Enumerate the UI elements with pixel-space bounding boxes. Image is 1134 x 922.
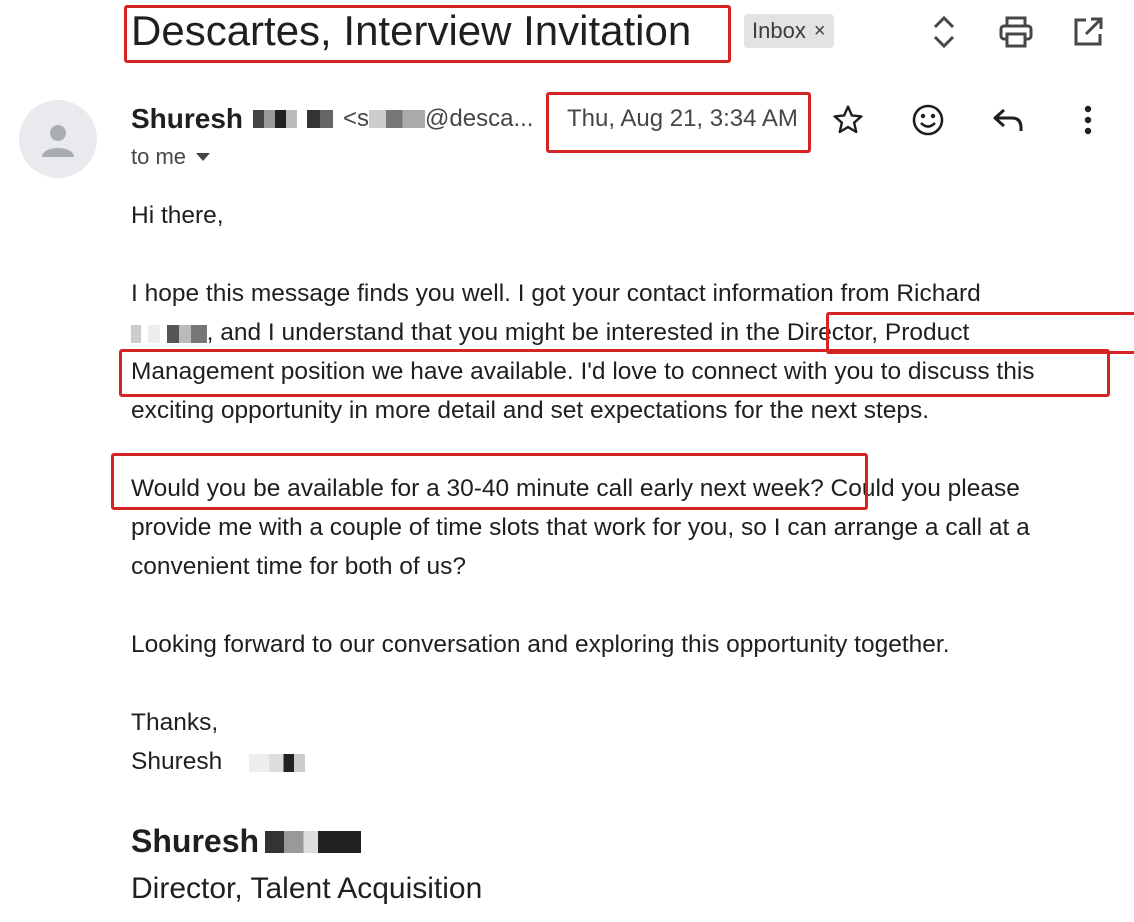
inbox-label-text: Inbox: [752, 18, 806, 43]
reply-icon[interactable]: [988, 100, 1028, 140]
email-body: Hi there, I hope this message finds you …: [131, 196, 1131, 781]
redacted-name-1: [131, 324, 141, 343]
redacted-sender-email: [369, 110, 426, 128]
redacted-closing-2: [269, 753, 306, 772]
paragraph-1: I hope this message finds you well. I go…: [131, 274, 1131, 430]
email-date: Thu, Aug 21, 3:34 AM: [567, 105, 798, 132]
para1-text-2: , and I understand that you might be int…: [206, 319, 787, 346]
recipient-details-toggle[interactable]: to me: [131, 144, 211, 170]
sender-email-start: <s: [343, 105, 370, 132]
para1-text-4: Management position we have available. I…: [131, 358, 1035, 385]
person-icon: [42, 125, 74, 157]
sender-avatar[interactable]: [19, 100, 97, 178]
inbox-label-chip[interactable]: Inbox ×: [744, 14, 834, 48]
greeting: Hi there,: [131, 202, 224, 229]
caret-down-icon: [196, 153, 211, 161]
para1-text-3: Director, Product: [786, 319, 970, 346]
redacted-signature: [265, 830, 362, 853]
para1-text-5: exciting opportunity in more detail and …: [131, 397, 930, 424]
unfold-icon[interactable]: [924, 12, 964, 52]
paragraph-3: Looking forward to our conversation and …: [131, 631, 950, 658]
closing: Thanks,: [131, 709, 219, 736]
signature-name-line: Shuresh: [131, 823, 362, 860]
redacted-name-3: [166, 324, 207, 343]
email-subject: Descartes, Interview Invitation: [131, 7, 692, 54]
emoji-icon[interactable]: [908, 100, 948, 140]
sender-email-domain: @desca...: [425, 105, 534, 132]
para1-text-1: I hope this message finds you well. I go…: [131, 280, 981, 307]
star-icon[interactable]: [828, 100, 868, 140]
sender-line: Shuresh <s @desca...: [131, 101, 533, 137]
open-in-new-icon[interactable]: [1068, 12, 1108, 52]
signature-name: Shuresh: [131, 823, 260, 859]
redacted-sender-lastname-2: [307, 110, 334, 128]
closing-name-line: Shuresh: [131, 742, 1131, 781]
redacted-name-2: [147, 324, 160, 343]
sender-name: Shuresh: [131, 103, 244, 134]
print-icon[interactable]: [996, 12, 1036, 52]
more-vert-icon[interactable]: [1068, 100, 1108, 140]
redacted-sender-lastname: [253, 110, 298, 128]
closing-name: Shuresh: [131, 748, 223, 775]
redacted-closing-1: [249, 753, 270, 772]
para2-text-1: Would you be available for a 30-40 minut…: [131, 475, 824, 502]
paragraph-2: Would you be available for a 30-40 minut…: [131, 469, 1101, 586]
recipient-label: to me: [131, 144, 187, 169]
remove-label-button[interactable]: ×: [814, 14, 826, 48]
signature-title: Director, Talent Acquisition: [131, 872, 483, 905]
